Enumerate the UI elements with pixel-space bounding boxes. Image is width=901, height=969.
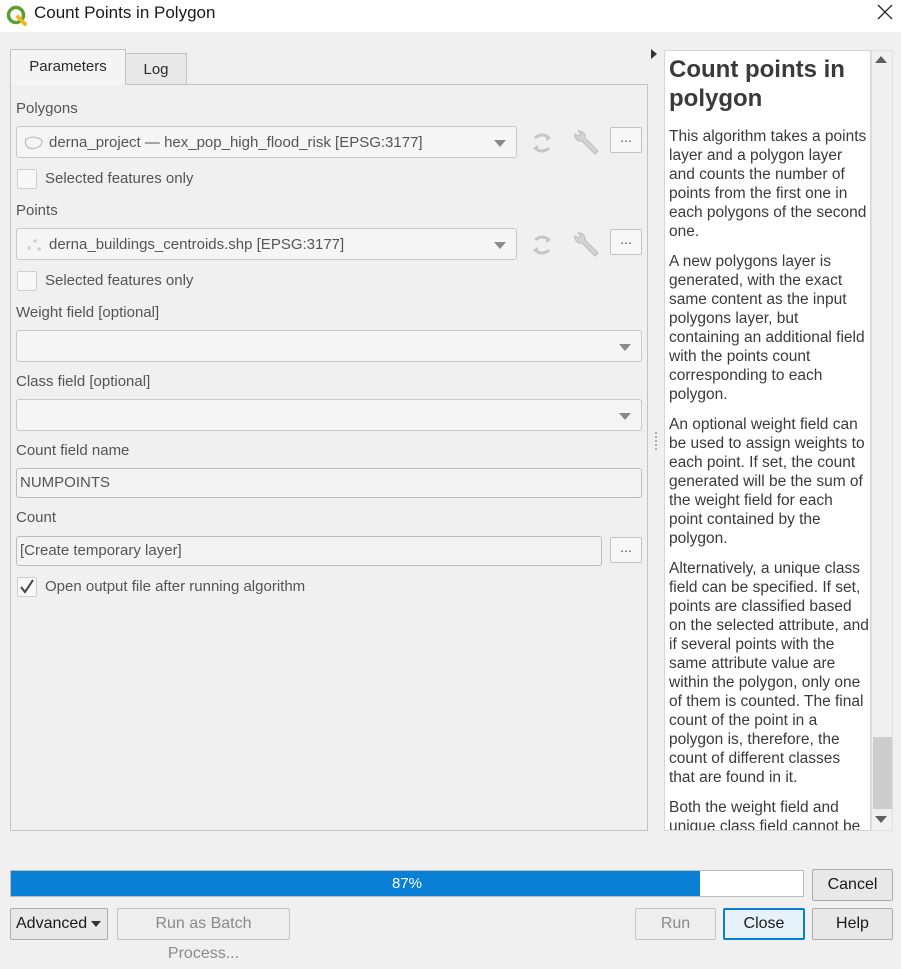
chevron-down-icon [494,242,506,249]
count-field-name-label: Count field name [16,442,130,459]
open-output-label: Open output file after running algorithm [45,578,306,595]
polygons-label: Polygons [16,100,78,117]
close-window-icon[interactable] [871,0,899,26]
points-selected-only-checkbox[interactable] [17,271,37,291]
count-output-input[interactable]: [Create temporary layer] [16,536,602,566]
run-batch-button[interactable]: Run as Batch Process... [117,908,290,962]
points-layer-combo[interactable]: derna_buildings_centroids.shp [EPSG:3177… [16,228,517,260]
polygon-layer-icon [24,136,43,150]
advanced-label: Advanced [16,915,88,932]
count-output-browse-button[interactable]: ... [610,537,642,563]
points-layer-value: derna_buildings_centroids.shp [EPSG:3177… [49,236,345,253]
polygons-options-label: ... [620,129,632,145]
open-output-checkbox[interactable] [17,577,37,597]
help-panel: Count points in polygon This algorithm t… [664,50,871,831]
run-button[interactable]: Run [635,908,716,940]
help-title: Count points in polygon [669,56,845,112]
polygons-selected-only-checkbox[interactable] [17,169,37,189]
tab-log-label: Log [143,61,169,78]
help-scrollbar[interactable] [871,50,893,831]
tab-log[interactable]: Log [125,53,187,85]
point-layer-icon [27,239,41,251]
tab-parameters[interactable]: Parameters [10,49,126,85]
advanced-button[interactable]: Advanced [10,908,108,940]
chevron-down-icon [494,140,506,147]
qgis-logo-icon [6,5,27,26]
chevron-down-icon [619,413,631,420]
polygons-selected-only-label: Selected features only [45,170,194,187]
collapse-help-icon[interactable] [651,49,657,59]
weight-field-combo[interactable] [16,330,642,362]
help-paragraph: This algorithm takes a points layer and … [669,128,867,240]
chevron-down-icon [91,921,101,927]
progress-bar: 87% [10,870,804,897]
help-paragraph: An optional weight field can be used to … [669,416,865,547]
scroll-up-icon[interactable] [875,56,887,63]
iterate-icon[interactable] [527,129,557,157]
count-output-label: Count [16,509,57,526]
close-button[interactable]: Close [723,908,805,940]
weight-field-label: Weight field [optional] [16,304,160,321]
points-options-button[interactable]: ... [610,229,642,255]
help-paragraph: Both the weight field and unique class f… [669,799,861,831]
points-label: Points [16,202,58,219]
panel-splitter[interactable] [655,432,657,450]
class-field-label: Class field [optional] [16,373,151,390]
polygons-layer-value: derna_project — hex_pop_high_flood_risk … [49,134,423,151]
points-options-label: ... [620,231,632,247]
count-field-name-input[interactable]: NUMPOINTS [16,468,642,498]
wrench-icon[interactable] [569,127,603,159]
checkmark-icon [20,579,34,594]
polygons-options-button[interactable]: ... [610,127,642,153]
scroll-down-icon[interactable] [875,816,887,823]
wrench-icon[interactable] [569,229,603,261]
points-selected-only-label: Selected features only [45,272,194,289]
window-title: Count Points in Polygon [34,3,216,22]
progress-percent: 87% [391,875,423,892]
help-paragraph: Alternatively, a unique class field can … [669,560,869,786]
class-field-combo[interactable] [16,399,642,431]
chevron-down-icon [619,344,631,351]
tab-parameters-label: Parameters [29,58,107,75]
polygons-layer-combo[interactable]: derna_project — hex_pop_high_flood_risk … [16,126,517,158]
scrollbar-thumb[interactable] [873,737,892,809]
cancel-button[interactable]: Cancel [812,869,893,901]
iterate-icon[interactable] [527,231,557,259]
help-button[interactable]: Help [812,908,893,940]
count-output-browse-label: ... [620,539,632,555]
help-paragraph: A new polygons layer is generated, with … [669,253,865,403]
